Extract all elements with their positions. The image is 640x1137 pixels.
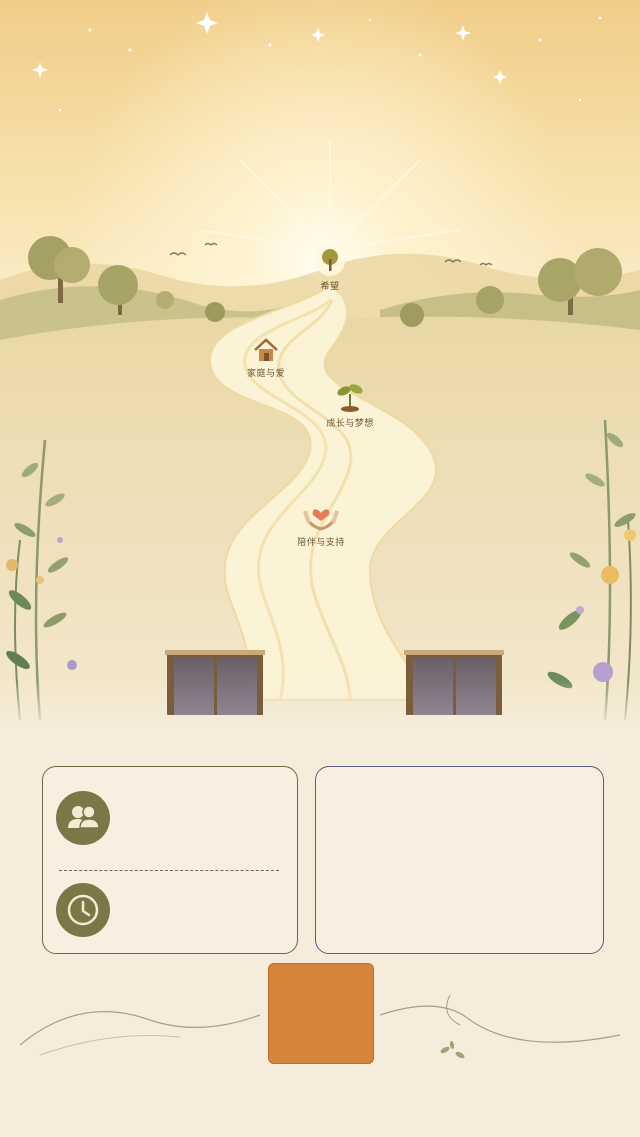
milestone-label: 成长与梦想 (326, 419, 374, 429)
landscape-illustration (0, 0, 640, 730)
heart-hands-icon (303, 509, 339, 531)
door-left (165, 650, 265, 715)
action-button[interactable] (268, 963, 374, 1064)
sprout-icon (337, 384, 363, 412)
sprig-icon (440, 1041, 465, 1059)
milestone-label: 陪伴与支持 (297, 538, 345, 548)
door-right (404, 650, 504, 715)
milestone-hope: 希望 (308, 245, 352, 292)
tree-icon (315, 246, 345, 276)
milestone-growth: 成长与梦想 (322, 378, 378, 429)
milestone-family: 家庭与爱 (240, 338, 292, 379)
clock-icon (56, 883, 110, 937)
detail-card (315, 766, 604, 954)
house-icon (254, 338, 278, 361)
milestone-label: 家庭与爱 (246, 369, 285, 379)
milestone-label: 希望 (320, 282, 340, 292)
info-card (42, 766, 298, 954)
dashed-divider (59, 870, 279, 871)
milestone-support: 陪伴与支持 (292, 497, 350, 548)
people-icon (56, 791, 110, 845)
